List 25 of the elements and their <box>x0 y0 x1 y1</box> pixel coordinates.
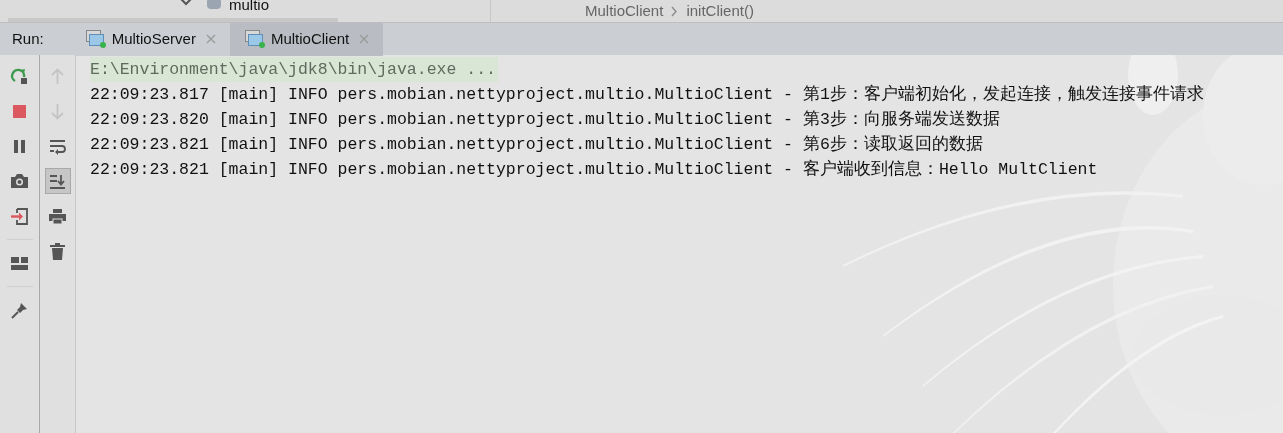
run-tab[interactable]: MultioClient <box>230 22 384 56</box>
package-icon <box>207 0 221 9</box>
window-icon <box>244 30 265 48</box>
console-line: 22:09:23.820 [main] INFO pers.mobian.nettyproject.multio.MultioClient - 第3步：向服务端发送数据 <box>90 109 1000 131</box>
rerun-icon <box>10 66 29 86</box>
printer-icon <box>48 206 67 226</box>
camera-icon <box>10 171 29 191</box>
breadcrumb-item[interactable]: MultioClient <box>585 0 664 22</box>
breadcrumb-item[interactable]: initClient() <box>686 0 754 22</box>
console-line: 22:09:23.821 [main] INFO pers.mobian.nettyproject.multio.MultioClient - 客户端收到信息：Hello MultClient <box>90 158 1098 181</box>
console-line: 22:09:23.821 [main] INFO pers.mobian.nettyproject.multio.MultioClient - 第6步：读取返回的数据 <box>90 134 983 156</box>
run-label: Run: <box>12 28 44 49</box>
pin-icon <box>10 300 29 320</box>
tab-label: MultioServer <box>111 28 196 49</box>
trash-icon <box>48 241 67 261</box>
tree-item[interactable]: multio <box>229 0 269 17</box>
chevron-right-icon <box>671 5 679 17</box>
console-command: E:\Environment\java\jdk8\bin\java.exe ... <box>90 57 498 82</box>
console-line: 22:09:23.817 [main] INFO pers.mobian.nettyproject.multio.MultioClient - 第1步：客户端初始化，发起连接，触发连接事件请求 <box>90 83 1204 106</box>
exit-icon <box>10 206 29 226</box>
chevron-down-icon[interactable] <box>180 0 192 6</box>
window-icon <box>85 30 106 48</box>
tab-label: MultioClient <box>270 28 350 49</box>
scroll-to-end-button[interactable] <box>44 168 71 194</box>
arrow-down-icon <box>48 101 67 121</box>
